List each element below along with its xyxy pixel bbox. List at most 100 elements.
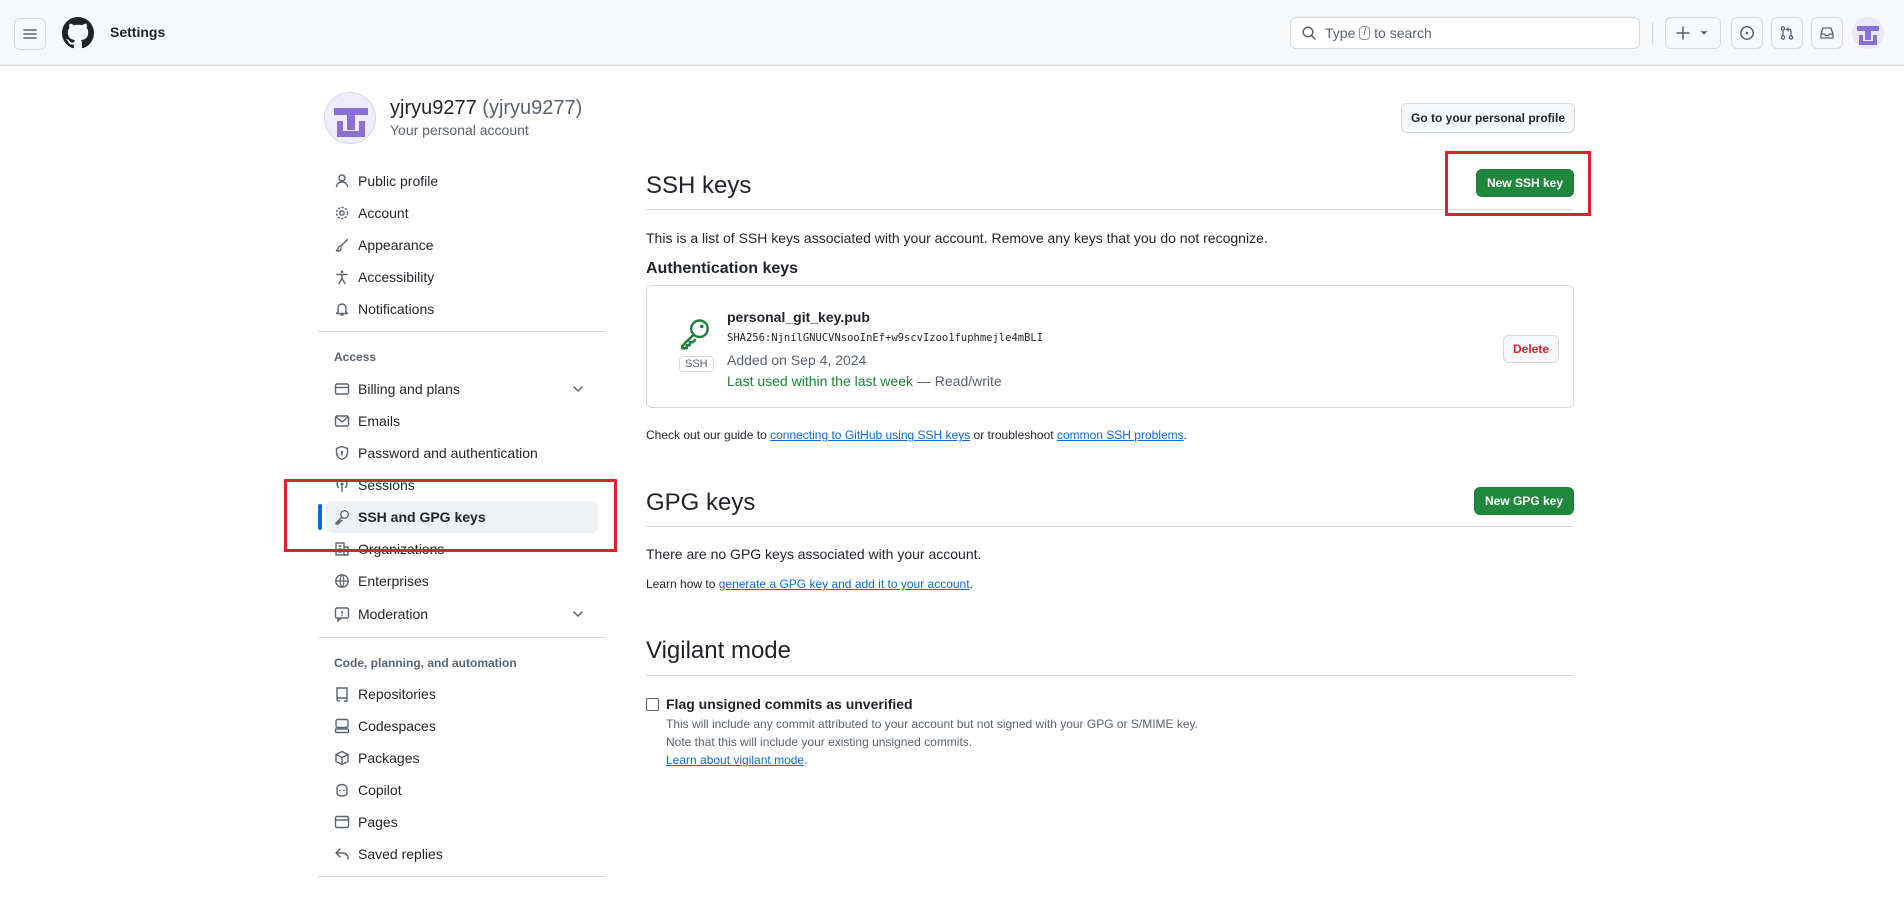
ssh-key-last-used-text: Last used within the last week (727, 373, 913, 389)
vigilant-learn-link[interactable]: Learn about vigilant mode (666, 753, 804, 767)
gpg-empty-message: There are no GPG keys associated with yo… (646, 546, 982, 562)
ssh-guide-text: Check out our guide to connecting to Git… (646, 428, 1187, 442)
sidebar-divider (318, 876, 606, 877)
sidebar-item-public-profile[interactable]: Public profile (326, 165, 598, 197)
sidebar-item-notifications[interactable]: Notifications (326, 293, 598, 325)
go-to-profile-button[interactable]: Go to your personal profile (1401, 103, 1575, 133)
search-shortcut-key: / (1359, 26, 1371, 40)
sidebar-item-label: Codespaces (358, 718, 436, 734)
issue-opened-icon (1740, 26, 1754, 40)
reply-icon (335, 848, 349, 860)
vigilant-learn-post: . (804, 753, 808, 767)
ssh-key-added-date: Added on Sep 4, 2024 (727, 352, 867, 368)
sidebar-item-copilot[interactable]: Copilot (326, 774, 598, 806)
sidebar-heading-code: Code, planning, and automation (334, 656, 517, 670)
ssh-guide-pre: Check out our guide to (646, 428, 767, 442)
profile-name[interactable]: yjryu9277 (yjryu9277) (390, 97, 582, 120)
sidebar-item-label: Copilot (358, 782, 402, 798)
authentication-keys-heading: Authentication keys (646, 260, 799, 277)
sidebar-item-appearance[interactable]: Appearance (326, 229, 598, 261)
repo-icon (336, 687, 348, 702)
sidebar-item-label: Emails (358, 413, 401, 429)
sidebar-item-billing-and-plans[interactable]: Billing and plans (326, 373, 598, 405)
gpg-learn-post: . (969, 577, 973, 591)
sidebar-item-repositories[interactable]: Repositories (326, 678, 598, 710)
sidebar-item-label: Password and authentication (358, 445, 538, 461)
flag-unsigned-checkbox[interactable] (646, 698, 659, 711)
chevron-down-icon (573, 386, 583, 392)
issues-button[interactable] (1731, 17, 1763, 49)
vigilant-mode-heading: Vigilant mode (646, 637, 791, 664)
ssh-type-badge: SSH (679, 356, 714, 372)
sidebar-item-label: Appearance (358, 237, 434, 253)
sidebar-item-account[interactable]: Account (326, 197, 598, 229)
hamburger-icon (23, 29, 37, 39)
header-divider (1652, 22, 1653, 44)
sidebar-item-password-and-authentication[interactable]: Password and authentication (326, 437, 598, 469)
gpg-divider (646, 526, 1574, 527)
create-new-button[interactable] (1665, 17, 1721, 49)
search-placeholder-post: to search (1374, 25, 1432, 41)
pull-requests-button[interactable] (1771, 17, 1803, 49)
ssh-key-access: — Read/write (916, 373, 1002, 389)
sidebar-item-label: Packages (358, 750, 420, 766)
sidebar-item-moderation[interactable]: Moderation (326, 598, 598, 630)
sidebar-item-label: Accessibility (358, 269, 435, 285)
vigilant-divider (646, 675, 1574, 676)
sidebar-item-label: Repositories (358, 686, 436, 702)
sidebar-item-label: Pages (358, 814, 398, 830)
git-pull-request-icon (1780, 26, 1794, 40)
new-gpg-key-button[interactable]: New GPG key (1474, 487, 1574, 515)
delete-ssh-key-button[interactable]: Delete (1503, 335, 1559, 363)
mail-icon (334, 415, 350, 427)
page-context-title[interactable]: Settings (110, 24, 165, 40)
sidebar-item-emails[interactable]: Emails (326, 405, 598, 437)
browser-icon (334, 815, 350, 829)
gpg-generate-link[interactable]: generate a GPG key and add it to your ac… (719, 577, 970, 591)
search-icon (1302, 26, 1316, 40)
menu-button[interactable] (14, 18, 46, 50)
ssh-key-fingerprint: SHA256:NjnilGNUCVNsooInEf+w9scvIzoo1fuph… (727, 332, 1044, 344)
shield-lock-icon (335, 445, 349, 461)
sidebar-divider (318, 637, 606, 638)
package-icon (335, 750, 349, 766)
gear-icon (335, 206, 349, 220)
flag-unsigned-label[interactable]: Flag unsigned commits as unverified (666, 696, 913, 712)
ssh-guide-mid: or troubleshoot (973, 428, 1054, 442)
identicon-avatar-icon (325, 93, 375, 143)
plus-icon (1676, 26, 1690, 40)
vigilant-note-2: Note that this will include your existin… (666, 735, 973, 749)
person-icon (335, 174, 349, 188)
sidebar-item-codespaces[interactable]: Codespaces (326, 710, 598, 742)
profile-display-name: yjryu9277 (390, 97, 477, 119)
profile-avatar (324, 92, 376, 144)
github-logo-icon[interactable] (62, 17, 94, 49)
ssh-key-card: SSH personal_git_key.pub SHA256:NjnilGNU… (646, 285, 1574, 408)
search-placeholder-pre: Type (1325, 25, 1356, 41)
sidebar-item-saved-replies[interactable]: Saved replies (326, 838, 598, 870)
user-avatar-menu[interactable] (1852, 17, 1884, 49)
sidebar-item-label: Moderation (358, 606, 429, 622)
sidebar-item-enterprises[interactable]: Enterprises (326, 565, 598, 597)
sidebar-item-packages[interactable]: Packages (326, 742, 598, 774)
bell-icon (335, 303, 349, 316)
sidebar-item-label: Notifications (358, 301, 435, 317)
sidebar-item-label: Account (358, 205, 409, 221)
key-icon (677, 316, 713, 352)
sidebar-item-label: Billing and plans (358, 381, 460, 397)
sidebar-item-label: Saved replies (358, 846, 443, 862)
ssh-key-last-used: Last used within the last week — Read/wr… (727, 373, 1002, 389)
globe-icon (335, 574, 349, 588)
inbox-button[interactable] (1811, 17, 1843, 49)
sidebar-item-pages[interactable]: Pages (326, 806, 598, 838)
identicon-avatar-icon (1852, 17, 1884, 49)
search-input[interactable]: Type / to search (1290, 17, 1640, 49)
sidebar-item-label: Enterprises (358, 573, 429, 589)
accessibility-icon (336, 270, 348, 285)
ssh-guide-post: . (1183, 428, 1188, 442)
paintbrush-icon (335, 238, 349, 252)
report-icon (334, 607, 350, 622)
sidebar-item-accessibility[interactable]: Accessibility (326, 261, 598, 293)
ssh-guide-link-connecting[interactable]: connecting to GitHub using SSH keys (770, 428, 970, 442)
ssh-guide-link-problems[interactable]: common SSH problems (1057, 428, 1184, 442)
